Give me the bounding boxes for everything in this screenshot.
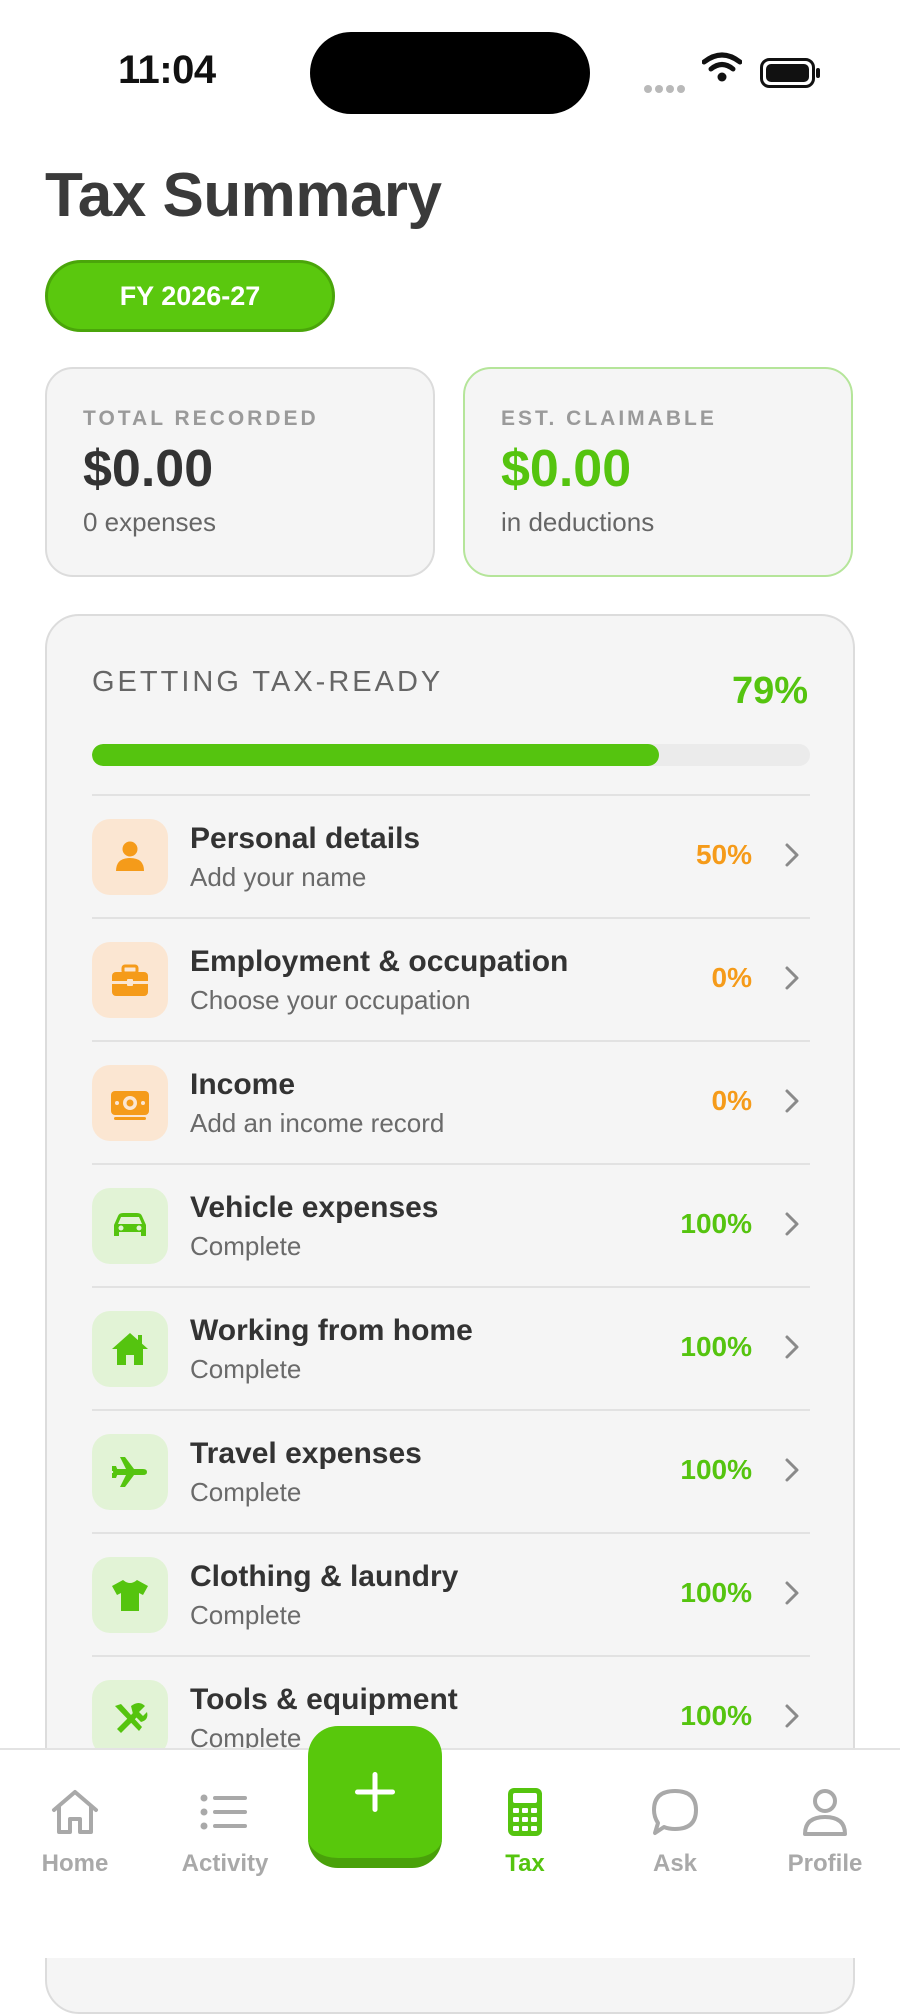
briefcase-icon bbox=[92, 942, 168, 1018]
chevron-right-icon bbox=[785, 966, 799, 990]
ready-item-clothing-laundry[interactable]: Clothing & laundry Complete 100% bbox=[92, 1534, 810, 1657]
tab-tax[interactable]: Tax bbox=[450, 1784, 600, 1878]
tab-label: Profile bbox=[787, 1850, 863, 1877]
ready-item-vehicle-expenses[interactable]: Vehicle expenses Complete 100% bbox=[92, 1165, 810, 1288]
ready-item-subtitle: Complete bbox=[190, 1477, 302, 1507]
tab-home[interactable]: Home bbox=[0, 1784, 150, 1878]
tools-icon bbox=[92, 1680, 168, 1756]
tax-ready-progress-fill bbox=[92, 744, 660, 766]
status-icons bbox=[640, 52, 830, 93]
ready-item-percent: 100% bbox=[680, 1331, 752, 1362]
ready-item-subtitle: Choose your occupation bbox=[190, 985, 471, 1015]
chevron-right-icon bbox=[785, 1704, 799, 1728]
person-icon bbox=[92, 819, 168, 895]
chevron-right-icon bbox=[785, 843, 799, 867]
ready-item-title: Travel expenses bbox=[190, 1437, 422, 1470]
tab-bar: Home Activity Tax Ask Profile bbox=[0, 1748, 900, 1958]
chevron-right-icon bbox=[785, 1335, 799, 1359]
home-icon bbox=[92, 1311, 168, 1387]
tab-label: Activity bbox=[181, 1850, 269, 1877]
ready-item-percent: 100% bbox=[680, 1577, 752, 1608]
ready-item-title: Clothing & laundry bbox=[190, 1560, 459, 1593]
ready-item-subtitle: Add an income record bbox=[190, 1108, 445, 1138]
ready-item-subtitle: Complete bbox=[190, 1231, 302, 1261]
tax-ready-progress-bar bbox=[92, 744, 810, 766]
tab-label: Tax bbox=[505, 1850, 545, 1877]
ready-item-travel-expenses[interactable]: Travel expenses Complete 100% bbox=[92, 1411, 810, 1534]
ready-item-percent: 100% bbox=[680, 1700, 752, 1731]
ready-item-percent: 100% bbox=[680, 1208, 752, 1239]
tab-label: Ask bbox=[652, 1850, 698, 1877]
ready-item-title: Working from home bbox=[190, 1314, 473, 1347]
ready-item-subtitle: Add your name bbox=[190, 862, 367, 892]
airplane-icon bbox=[92, 1434, 168, 1510]
chevron-right-icon bbox=[785, 1089, 799, 1113]
ready-item-subtitle: Complete bbox=[190, 1600, 302, 1630]
est-claimable-label: EST. CLAIMABLE bbox=[501, 407, 717, 430]
tab-ask[interactable]: Ask bbox=[600, 1784, 750, 1878]
chevron-right-icon bbox=[785, 1581, 799, 1605]
tab-label: Home bbox=[41, 1850, 109, 1877]
cellular-signal-icon bbox=[644, 80, 688, 98]
dynamic-island bbox=[310, 32, 590, 114]
wifi-icon bbox=[702, 52, 742, 82]
ready-item-percent: 50% bbox=[695, 839, 752, 870]
tax-ready-title: GETTING TAX-READY bbox=[92, 666, 444, 698]
tax-ready-list: Personal details Add your name 50% Emplo… bbox=[92, 794, 810, 1780]
est-claimable-value: $0.00 bbox=[501, 440, 632, 498]
chevron-right-icon bbox=[785, 1458, 799, 1482]
home-icon bbox=[0, 1784, 150, 1840]
chat-bubble-icon bbox=[600, 1784, 750, 1840]
ready-item-personal-details[interactable]: Personal details Add your name 50% bbox=[92, 796, 810, 919]
car-icon bbox=[92, 1188, 168, 1264]
tax-ready-percent: 79% bbox=[731, 670, 808, 712]
ready-item-title: Vehicle expenses bbox=[190, 1191, 439, 1224]
ready-item-title: Personal details bbox=[190, 822, 421, 855]
add-button[interactable] bbox=[308, 1726, 442, 1868]
tab-profile[interactable]: Profile bbox=[750, 1784, 900, 1878]
total-recorded-label: TOTAL RECORDED bbox=[83, 407, 319, 430]
ready-item-percent: 100% bbox=[680, 1454, 752, 1485]
ready-item-title: Income bbox=[190, 1068, 296, 1101]
shirt-icon bbox=[92, 1557, 168, 1633]
ready-item-title: Tools & equipment bbox=[190, 1683, 458, 1716]
est-claimable-card: EST. CLAIMABLE $0.00 in deductions bbox=[463, 367, 853, 577]
calculator-icon bbox=[450, 1784, 600, 1840]
person-icon bbox=[750, 1784, 900, 1840]
total-recorded-value: $0.00 bbox=[83, 440, 214, 498]
status-time: 11:04 bbox=[118, 48, 216, 92]
ready-item-title: Employment & occupation bbox=[190, 945, 569, 978]
total-recorded-sub: 0 expenses bbox=[83, 507, 216, 537]
total-recorded-card: TOTAL RECORDED $0.00 0 expenses bbox=[45, 367, 435, 577]
page-title: Tax Summary bbox=[45, 161, 442, 230]
tab-activity[interactable]: Activity bbox=[150, 1784, 300, 1878]
est-claimable-sub: in deductions bbox=[501, 507, 655, 537]
ready-item-subtitle: Complete bbox=[190, 1354, 302, 1384]
battery-icon bbox=[760, 58, 820, 88]
list-icon bbox=[150, 1784, 300, 1840]
ready-item-employment-occupation[interactable]: Employment & occupation Choose your occu… bbox=[92, 919, 810, 1042]
ready-item-percent: 0% bbox=[711, 1085, 752, 1116]
ready-item-income[interactable]: Income Add an income record 0% bbox=[92, 1042, 810, 1165]
financial-year-selector[interactable]: FY 2026-27 bbox=[45, 260, 335, 332]
ready-item-percent: 0% bbox=[711, 962, 752, 993]
money-icon bbox=[92, 1065, 168, 1141]
chevron-right-icon bbox=[785, 1212, 799, 1236]
plus-icon bbox=[355, 1772, 395, 1812]
ready-item-working-from-home[interactable]: Working from home Complete 100% bbox=[92, 1288, 810, 1411]
